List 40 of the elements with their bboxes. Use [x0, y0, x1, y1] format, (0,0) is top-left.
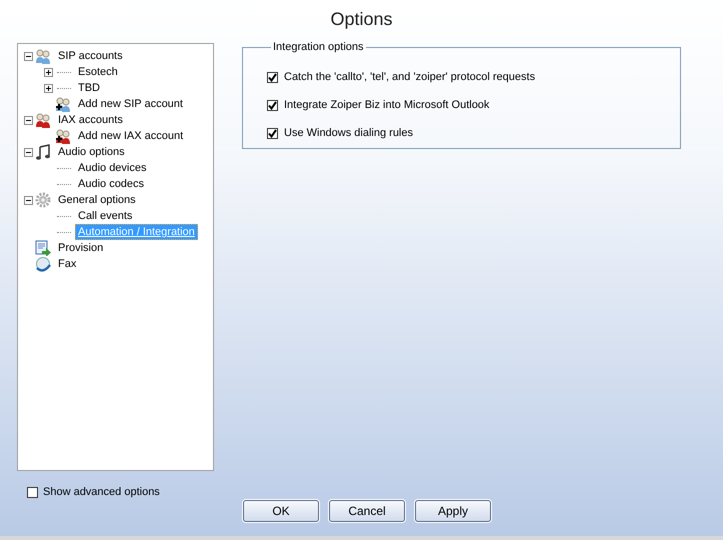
add-person-icon — [55, 96, 71, 112]
checkbox[interactable] — [267, 100, 278, 110]
tree-item[interactable]: Call events — [75, 208, 136, 224]
tree-item[interactable]: Add new IAX account — [75, 128, 186, 144]
collapse-toggle[interactable] — [24, 196, 33, 204]
dialog-button[interactable]: Cancel — [329, 500, 405, 522]
checkbox-label: Catch the 'callto', 'tel', and 'zoiper' protocol requests — [284, 71, 536, 83]
window-title: Options — [330, 8, 393, 30]
globe-icon — [35, 256, 51, 272]
tree-item[interactable]: Provision — [55, 240, 106, 256]
tree-item[interactable]: Esotech — [75, 64, 121, 80]
dialog-button[interactable]: OK — [243, 500, 319, 522]
collapse-toggle[interactable] — [24, 52, 33, 60]
music-note-icon — [35, 144, 51, 160]
tree-item[interactable]: General options — [55, 192, 139, 208]
expand-toggle[interactable] — [44, 68, 53, 76]
collapse-toggle[interactable] — [24, 116, 33, 124]
tree-item[interactable]: Audio codecs — [75, 176, 148, 192]
checkbox[interactable] — [267, 128, 278, 138]
tree-item[interactable]: Add new SIP account — [75, 96, 186, 112]
tree-item[interactable]: IAX accounts — [55, 112, 126, 128]
tree-item[interactable]: Fax — [55, 256, 80, 272]
checkbox-label: Show advanced options — [43, 486, 160, 498]
collapse-toggle[interactable] — [24, 148, 33, 156]
document-arrow-icon — [35, 240, 51, 256]
dialog-button[interactable]: Apply — [415, 500, 491, 522]
people-icon — [35, 48, 51, 64]
checkbox[interactable] — [27, 486, 38, 498]
expand-toggle[interactable] — [44, 84, 53, 92]
gear-icon — [35, 192, 51, 208]
checkbox-label: Integrate Zoiper Biz into Microsoft Outlook — [284, 99, 490, 111]
tree-item[interactable]: Audio devices — [75, 160, 150, 176]
people-icon — [35, 112, 51, 128]
checkbox-label: Use Windows dialing rules — [284, 127, 413, 139]
group-title: Integration options — [272, 41, 365, 53]
tree-item[interactable]: TBD — [75, 80, 103, 96]
add-person-icon — [55, 128, 71, 144]
tree-item[interactable]: Audio options — [55, 144, 128, 160]
tree-item[interactable]: SIP accounts — [55, 48, 126, 64]
checkbox[interactable] — [267, 72, 278, 82]
